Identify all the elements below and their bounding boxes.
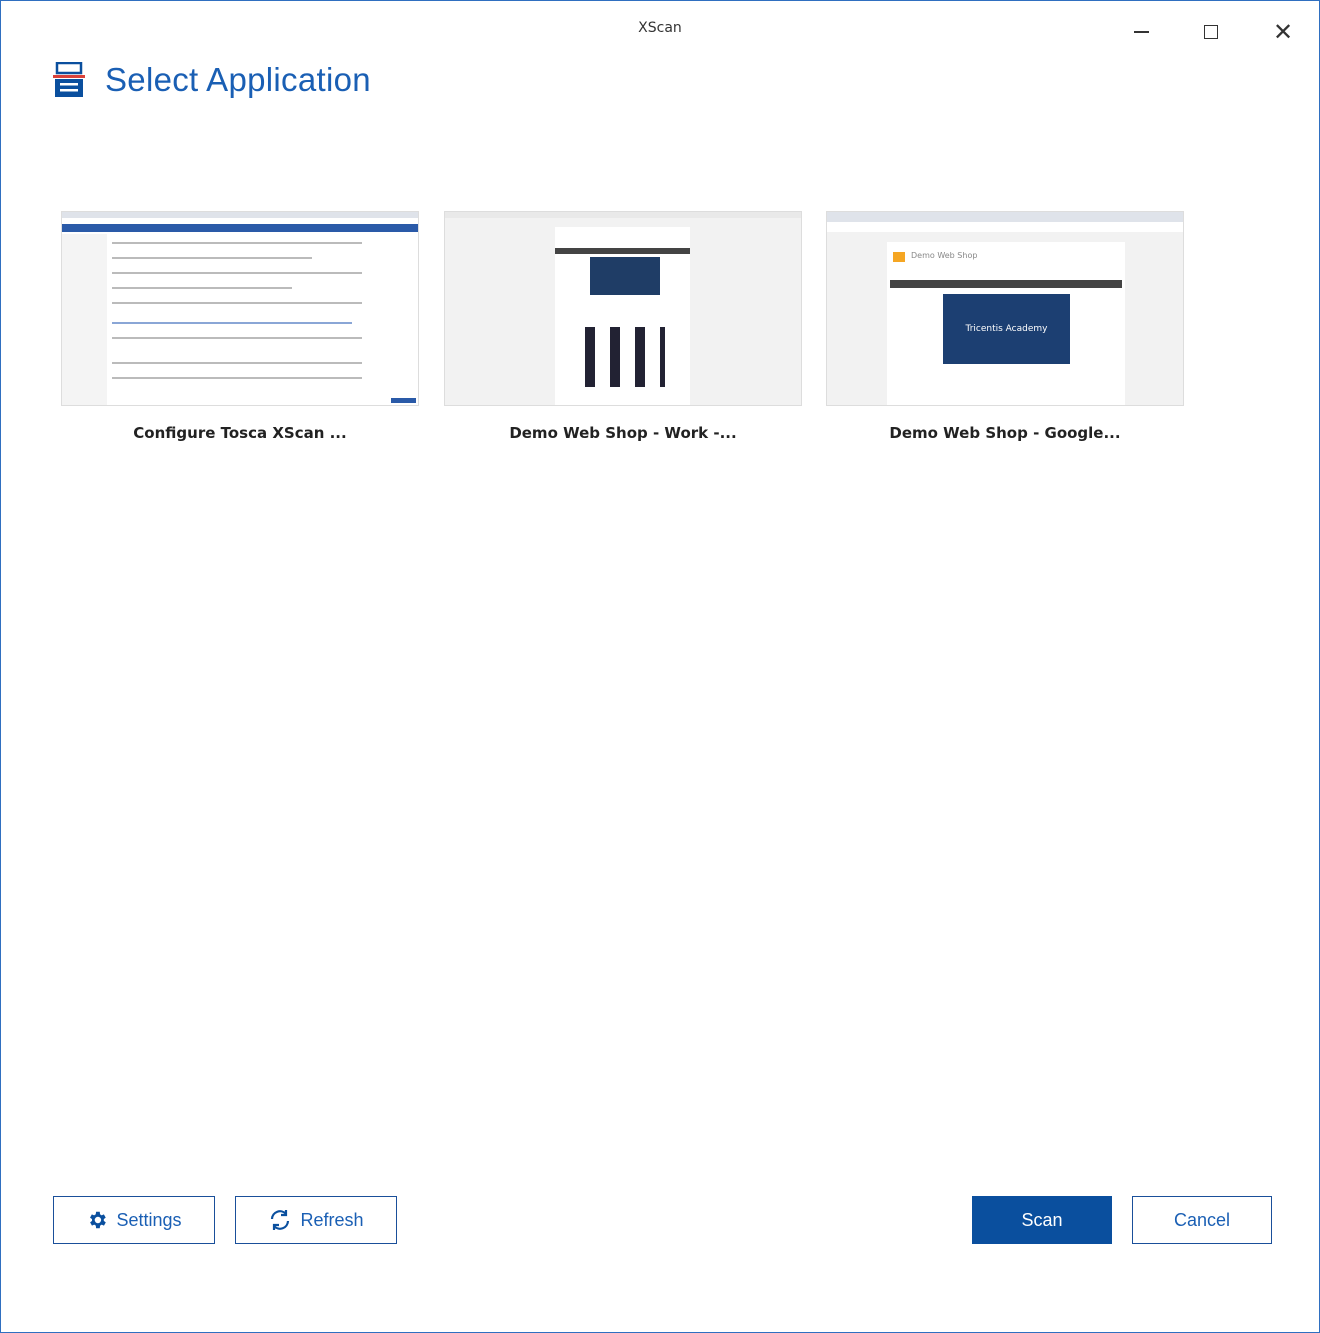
application-thumbnail: Demo Web Shop Tricentis Academy bbox=[826, 211, 1184, 406]
settings-button[interactable]: Settings bbox=[53, 1196, 215, 1244]
application-thumbnail bbox=[61, 211, 419, 406]
close-button[interactable]: ✕ bbox=[1268, 17, 1298, 47]
application-card[interactable]: Configure Tosca XScan ... bbox=[61, 211, 419, 442]
application-card[interactable]: Demo Web Shop - Work -... bbox=[444, 211, 802, 442]
xscan-logo-icon bbox=[53, 62, 85, 97]
thumb-banner: Tricentis Academy bbox=[943, 294, 1070, 364]
refresh-icon bbox=[271, 1210, 290, 1230]
application-label: Configure Tosca XScan ... bbox=[133, 424, 347, 442]
scan-button[interactable]: Scan bbox=[972, 1196, 1112, 1244]
minimize-button[interactable] bbox=[1126, 17, 1156, 47]
thumb-heading: Demo Web Shop bbox=[911, 251, 978, 260]
maximize-icon bbox=[1204, 25, 1218, 39]
xscan-window: XScan ✕ Select Application Configure Tos… bbox=[0, 0, 1320, 1333]
application-label: Demo Web Shop - Google... bbox=[889, 424, 1121, 442]
refresh-label: Refresh bbox=[300, 1209, 364, 1230]
page-header: Select Application bbox=[53, 61, 371, 99]
application-label: Demo Web Shop - Work -... bbox=[509, 424, 737, 442]
refresh-button[interactable]: Refresh bbox=[235, 1196, 397, 1244]
close-icon: ✕ bbox=[1272, 18, 1294, 46]
minimize-icon bbox=[1133, 31, 1149, 33]
cancel-button[interactable]: Cancel bbox=[1132, 1196, 1272, 1244]
window-title: XScan bbox=[638, 20, 682, 36]
page-title: Select Application bbox=[105, 61, 371, 98]
application-thumbnail bbox=[444, 211, 802, 406]
application-card[interactable]: Demo Web Shop Tricentis Academy Demo Web… bbox=[826, 211, 1184, 442]
settings-label: Settings bbox=[116, 1209, 182, 1230]
maximize-button[interactable] bbox=[1196, 17, 1226, 47]
gear-icon bbox=[90, 1211, 107, 1229]
